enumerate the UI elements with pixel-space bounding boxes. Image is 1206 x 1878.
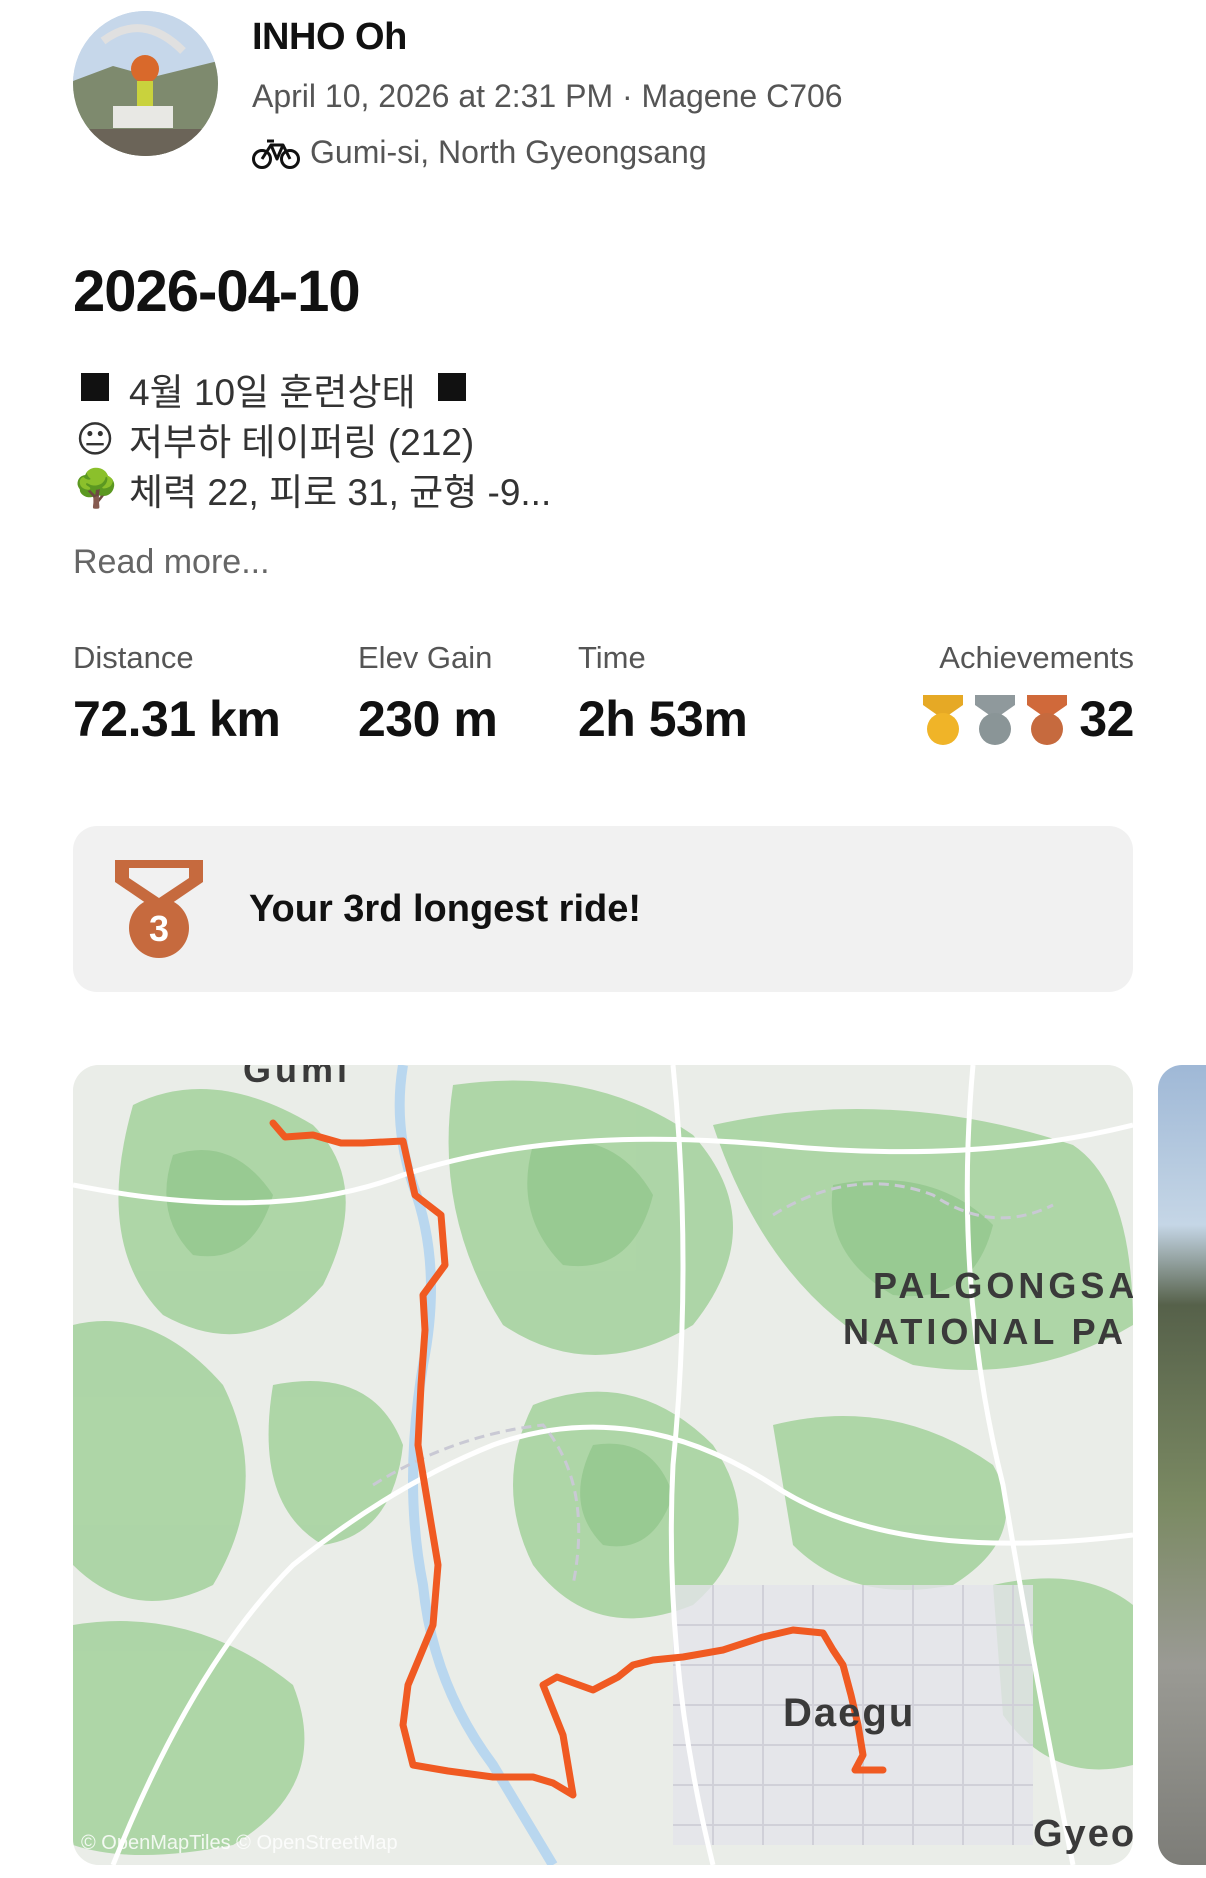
map-label-gumi: Gumi (243, 1065, 352, 1090)
time-label: Time (578, 640, 646, 675)
bronze-medal-icon: 3 (115, 860, 203, 958)
bike-icon (252, 139, 300, 169)
achievements-summary[interactable]: 32 (919, 690, 1134, 748)
black-square-icon (430, 368, 474, 410)
description-text-3: 체력 22, 피로 31, 균형 -9... (129, 472, 552, 513)
avatar-photo (73, 11, 218, 156)
black-square-icon (73, 368, 117, 410)
map-label-corner: Gyeo (1033, 1813, 1133, 1855)
description-text-1: 4월 10일 훈련상태 (129, 372, 416, 413)
achievements-label: Achievements (939, 640, 1134, 675)
elev-gain-label: Elev Gain (358, 640, 493, 675)
athlete-name[interactable]: INHO Oh (252, 16, 407, 59)
description-text-2: 저부하 테이퍼링 (212) (129, 422, 475, 463)
neutral-face-emoji: 😐 (75, 418, 115, 460)
bronze-medal-icon (1027, 695, 1068, 745)
description-line-1: 4월 10일 훈련상태 (73, 362, 486, 416)
map-label-park-1: PALGONGSA (873, 1265, 1133, 1306)
distance-value: 72.31 km (73, 691, 281, 747)
location-text: Gumi-si, North Gyeongsang (310, 134, 707, 170)
achievements-count: 32 (1079, 691, 1134, 747)
ride-highlight-banner[interactable]: 3 Your 3rd longest ride! (73, 826, 1133, 992)
activity-datetime-device: April 10, 2026 at 2:31 PM · Magene C706 (252, 78, 843, 114)
read-more-link[interactable]: Read more... (73, 543, 270, 582)
route-map[interactable]: Gumi PALGONGSA NATIONAL PA Daegu Gyeo © … (73, 1065, 1133, 1865)
distance-label: Distance (73, 640, 194, 675)
silver-medal-icon (975, 695, 1016, 745)
map-label-daegu: Daegu (783, 1691, 916, 1735)
medal-number: 3 (149, 908, 169, 949)
description-line-2: 😐 저부하 테이퍼링 (212) (73, 412, 475, 466)
map-label-park-2: NATIONAL PA (843, 1311, 1127, 1352)
activity-photo-thumbnail[interactable] (1158, 1065, 1206, 1865)
activity-location: Gumi-si, North Gyeongsang (252, 134, 707, 171)
time-value: 2h 53m (578, 691, 748, 747)
highlight-text: Your 3rd longest ride! (249, 887, 642, 930)
athlete-avatar[interactable] (73, 11, 218, 156)
tree-emoji: 🌳 (73, 467, 120, 509)
description-line-3: 🌳 체력 22, 피로 31, 균형 -9... (73, 462, 551, 516)
map-canvas (73, 1065, 1133, 1865)
elev-gain-value: 230 m (358, 691, 498, 747)
gold-medal-icon (923, 695, 964, 745)
activity-title[interactable]: 2026-04-10 (73, 258, 361, 325)
map-attribution[interactable]: © OpenMapTiles © OpenStreetMap (81, 1832, 398, 1855)
